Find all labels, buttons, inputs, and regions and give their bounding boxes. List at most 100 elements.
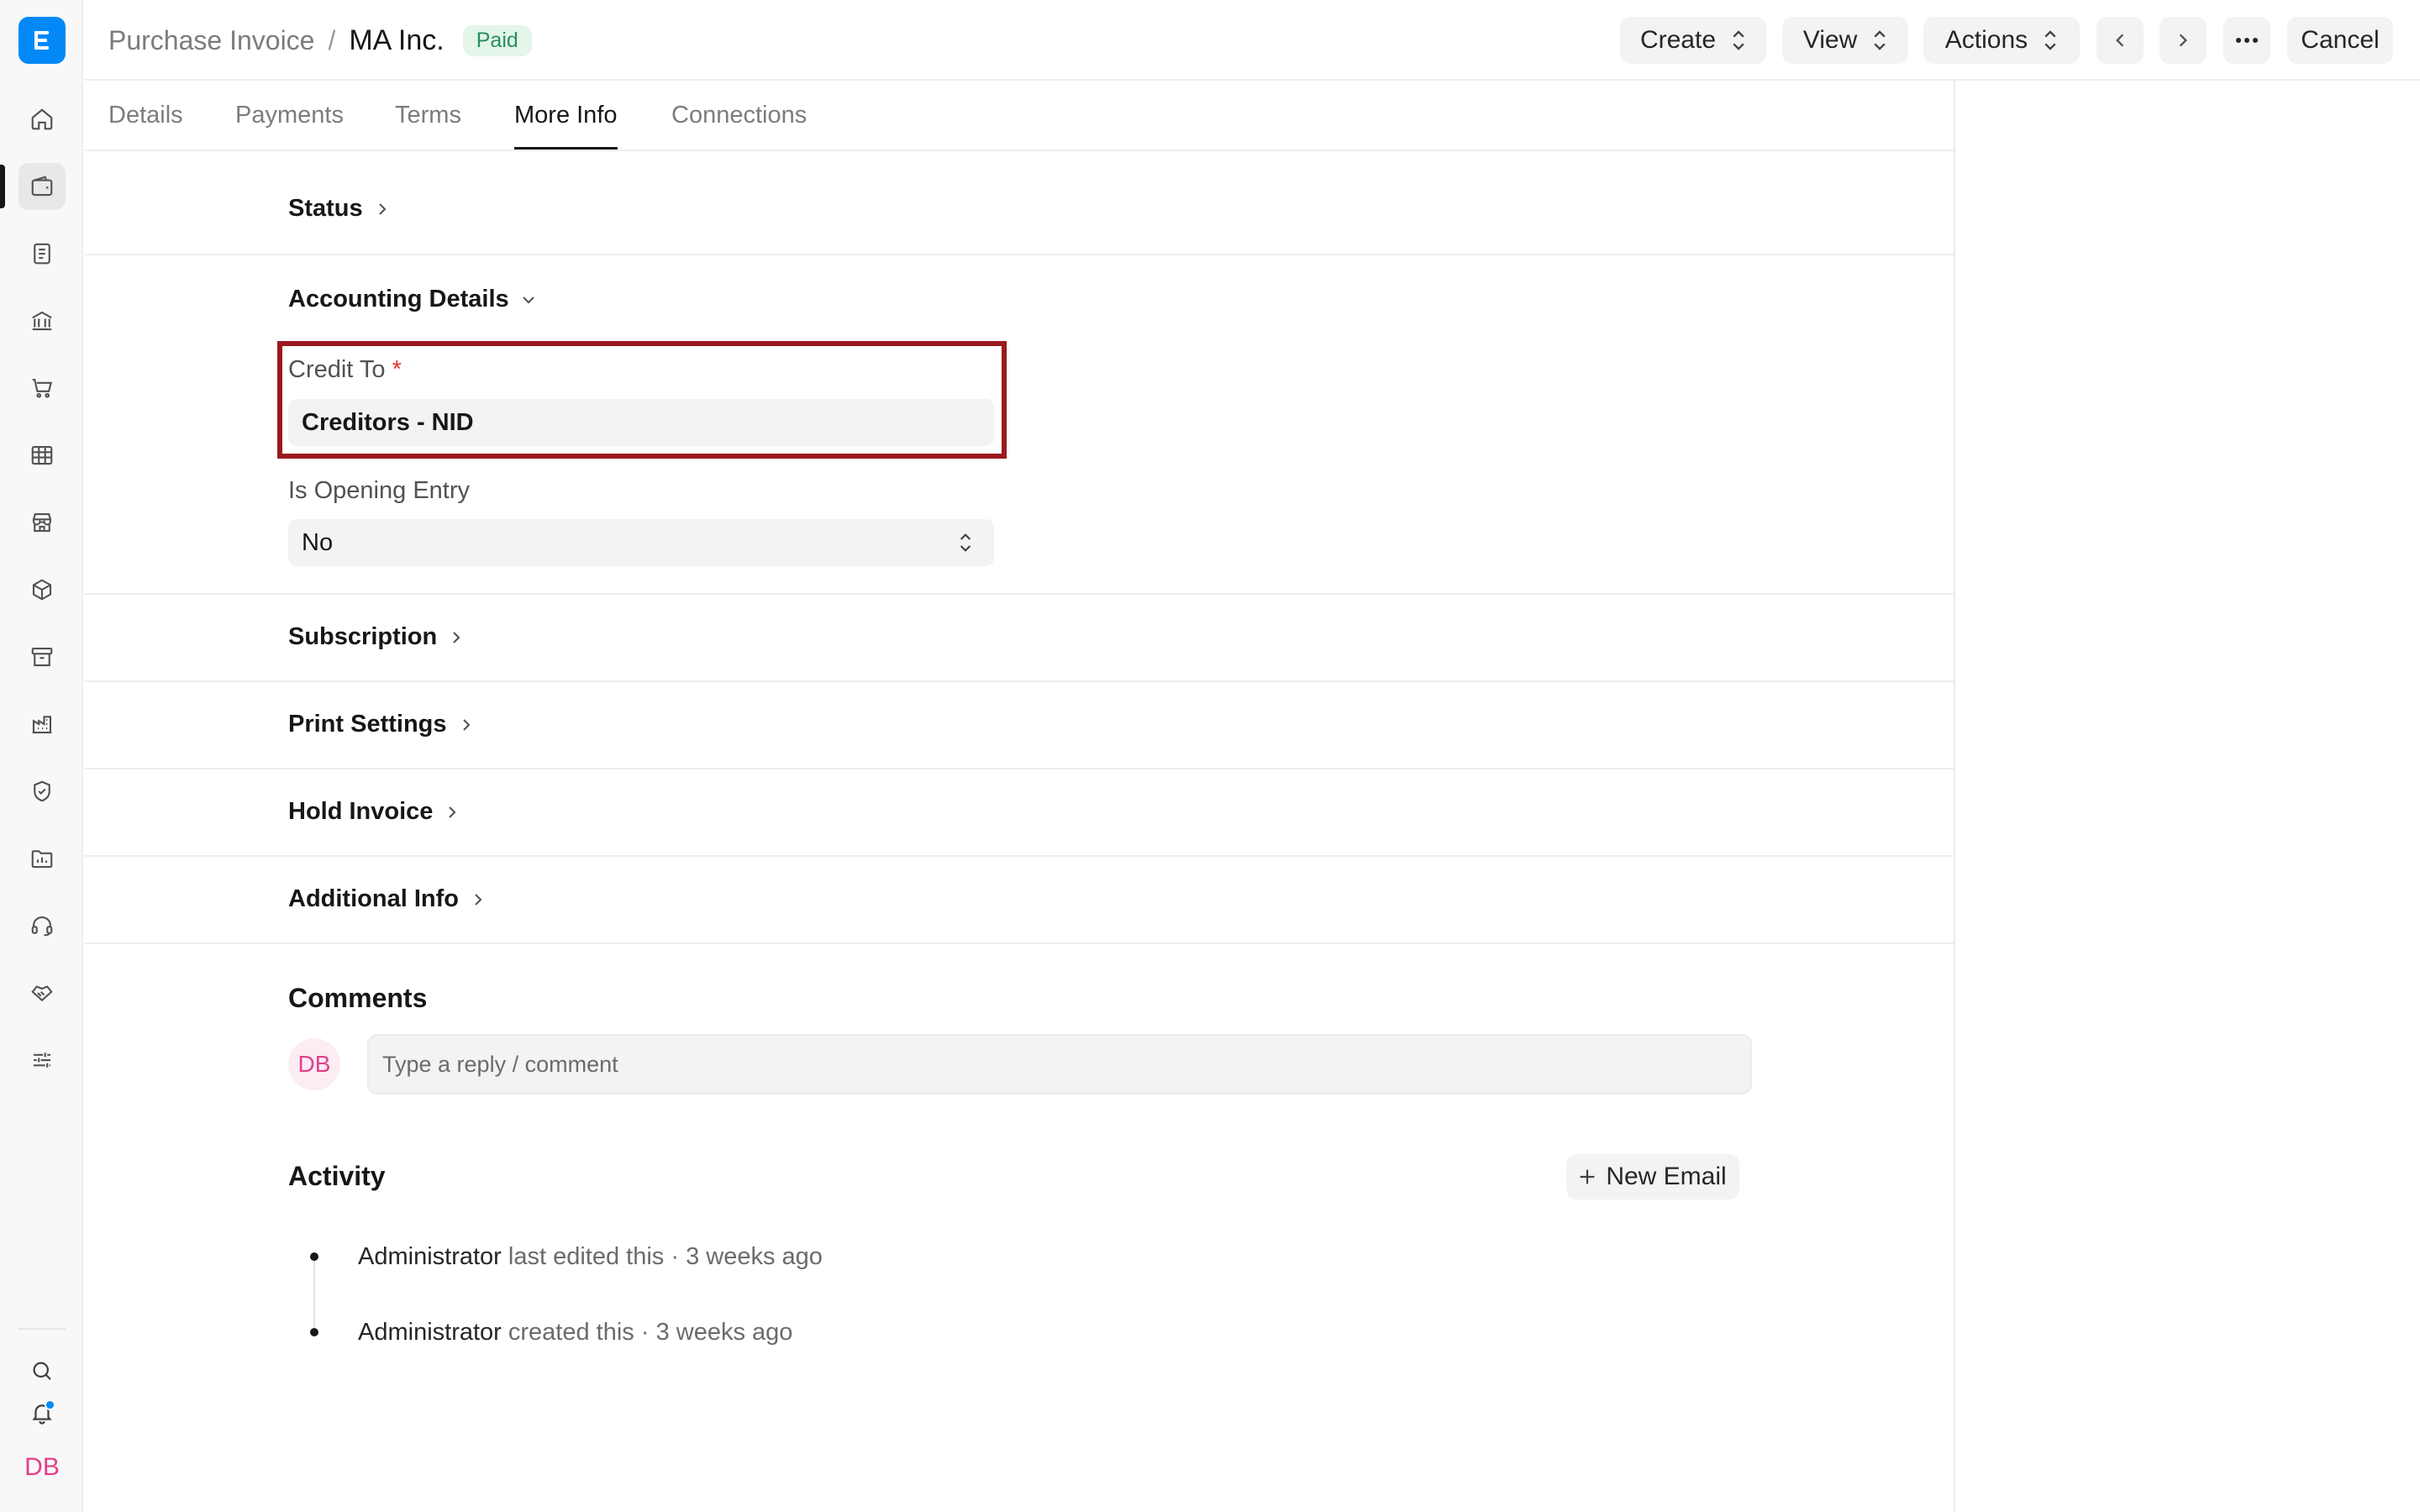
activity-separator: ·: [640, 1319, 650, 1346]
breadcrumb-parent-link[interactable]: Purchase Invoice: [108, 25, 314, 56]
is-opening-entry-select[interactable]: No: [288, 519, 994, 566]
ellipsis-icon: [2236, 38, 2258, 43]
activity-action: last edited this: [508, 1243, 665, 1270]
cancel-button[interactable]: Cancel: [2287, 17, 2393, 64]
sidebar-search-button[interactable]: [24, 1352, 60, 1389]
actions-button-label: Actions: [1944, 26, 2028, 54]
sidebar-item-assets[interactable]: [18, 633, 66, 680]
package-icon: [32, 579, 52, 601]
view-button-label: View: [1802, 26, 1858, 54]
app-logo[interactable]: [18, 17, 66, 64]
sliders-icon: [34, 1053, 50, 1068]
next-record-button[interactable]: [2160, 17, 2207, 64]
section-subscription: Subscription: [85, 595, 1954, 682]
tab-more-info[interactable]: More Info: [514, 81, 618, 150]
table-icon: [31, 445, 53, 465]
section-print-settings-header[interactable]: Print Settings: [288, 711, 474, 738]
actions-button[interactable]: Actions: [1923, 17, 2080, 64]
sidebar-item-stock[interactable]: [18, 566, 66, 613]
create-button[interactable]: Create: [1620, 17, 1766, 64]
section-accounting-title: Accounting Details: [288, 286, 509, 312]
previous-record-button[interactable]: [2096, 17, 2144, 64]
sidebar-item-home[interactable]: [18, 96, 66, 143]
cancel-button-label: Cancel: [2301, 26, 2380, 54]
section-hold-invoice-header[interactable]: Hold Invoice: [288, 798, 460, 826]
sidebar-item-buying[interactable]: [18, 365, 66, 412]
new-email-label: New Email: [1606, 1163, 1727, 1190]
sidebar-divider: [18, 1328, 66, 1330]
comment-input[interactable]: Type a reply / comment: [367, 1034, 1752, 1095]
activity-item: Administrator created this · 3 weeks ago: [358, 1319, 792, 1347]
sidebar-item-crm[interactable]: [18, 969, 66, 1016]
section-print-settings: Print Settings: [85, 682, 1954, 769]
file-text-icon: [34, 243, 50, 265]
section-status: Status: [85, 151, 1954, 255]
building-icon: [32, 716, 52, 734]
section-status-title: Status: [288, 195, 363, 222]
tab-terms[interactable]: Terms: [395, 81, 461, 150]
wallet-icon: [31, 176, 53, 197]
view-button[interactable]: View: [1782, 17, 1908, 64]
sidebar-item-settings[interactable]: [18, 1037, 66, 1084]
sidebar-item-selling[interactable]: [18, 499, 66, 546]
sidebar-item-quality[interactable]: [18, 768, 66, 815]
timeline-dot: [310, 1328, 318, 1336]
sidebar-item-support[interactable]: [18, 902, 66, 949]
is-opening-entry-label: Is Opening Entry: [288, 477, 470, 504]
status-badge: Paid: [462, 24, 532, 56]
is-opening-entry-value: No: [302, 528, 334, 556]
chevron-down-icon: [522, 296, 534, 303]
sidebar-notifications-button[interactable]: [24, 1394, 60, 1431]
chevron-up-down-icon: [1733, 30, 1744, 50]
activity-user[interactable]: Administrator: [358, 1319, 502, 1346]
section-additional-info: Additional Info: [85, 857, 1954, 944]
archive-icon: [31, 647, 53, 667]
section-print-settings-title: Print Settings: [288, 711, 447, 738]
sidebar-item-documents[interactable]: [18, 230, 66, 277]
section-subscription-header[interactable]: Subscription: [288, 623, 464, 651]
activity-time: 3 weeks ago: [686, 1243, 823, 1270]
sidebar-item-projects[interactable]: [18, 835, 66, 882]
new-email-button[interactable]: New Email: [1566, 1154, 1739, 1200]
highlight-box: [277, 341, 1007, 459]
form-tabs: Details Payments Terms More Info Connect…: [85, 81, 1955, 151]
section-additional-info-header[interactable]: Additional Info: [288, 885, 486, 913]
section-subscription-title: Subscription: [288, 623, 438, 650]
page-title: MA Inc.: [349, 24, 445, 56]
tab-connections[interactable]: Connections: [671, 81, 807, 150]
activity-action: created this: [508, 1319, 634, 1346]
folder-chart-icon: [31, 850, 53, 869]
more-options-button[interactable]: [2223, 17, 2270, 64]
breadcrumb-separator: /: [328, 24, 336, 55]
sidebar-item-manufacturing[interactable]: [18, 701, 66, 748]
section-accounting-header[interactable]: Accounting Details: [288, 286, 536, 313]
user-avatar[interactable]: DB: [18, 1446, 66, 1488]
chevron-left-icon: [2116, 34, 2124, 47]
chevron-up-down-icon: [960, 533, 971, 552]
tab-details[interactable]: Details: [108, 81, 183, 150]
activity-user[interactable]: Administrator: [358, 1243, 502, 1270]
section-status-header[interactable]: Status: [288, 195, 390, 223]
activity-title: Activity: [288, 1161, 386, 1191]
chevron-right-icon: [449, 806, 456, 818]
notification-dot: [45, 1399, 55, 1410]
sidebar-item-table[interactable]: [18, 432, 66, 479]
chevron-right-icon: [378, 202, 387, 215]
section-additional-info-title: Additional Info: [288, 885, 459, 912]
comment-avatar: DB: [288, 1038, 340, 1090]
plus-icon: [1580, 1169, 1595, 1184]
timeline-line: [313, 1260, 315, 1334]
activity-item: Administrator last edited this · 3 weeks…: [358, 1243, 823, 1271]
sidebar-item-bank[interactable]: [18, 297, 66, 344]
create-button-label: Create: [1639, 26, 1717, 54]
chevron-right-icon: [2179, 34, 2187, 47]
logo-icon: [34, 31, 49, 50]
sidebar-active-indicator: [0, 165, 5, 208]
section-hold-invoice: Hold Invoice: [85, 769, 1954, 857]
sidebar-item-accounting[interactable]: [18, 163, 66, 210]
shopping-cart-icon: [32, 378, 52, 398]
sidebar-panel-divider: [1954, 81, 1955, 1512]
home-icon: [31, 108, 53, 130]
tab-payments[interactable]: Payments: [235, 81, 344, 150]
timeline-dot: [310, 1252, 318, 1261]
